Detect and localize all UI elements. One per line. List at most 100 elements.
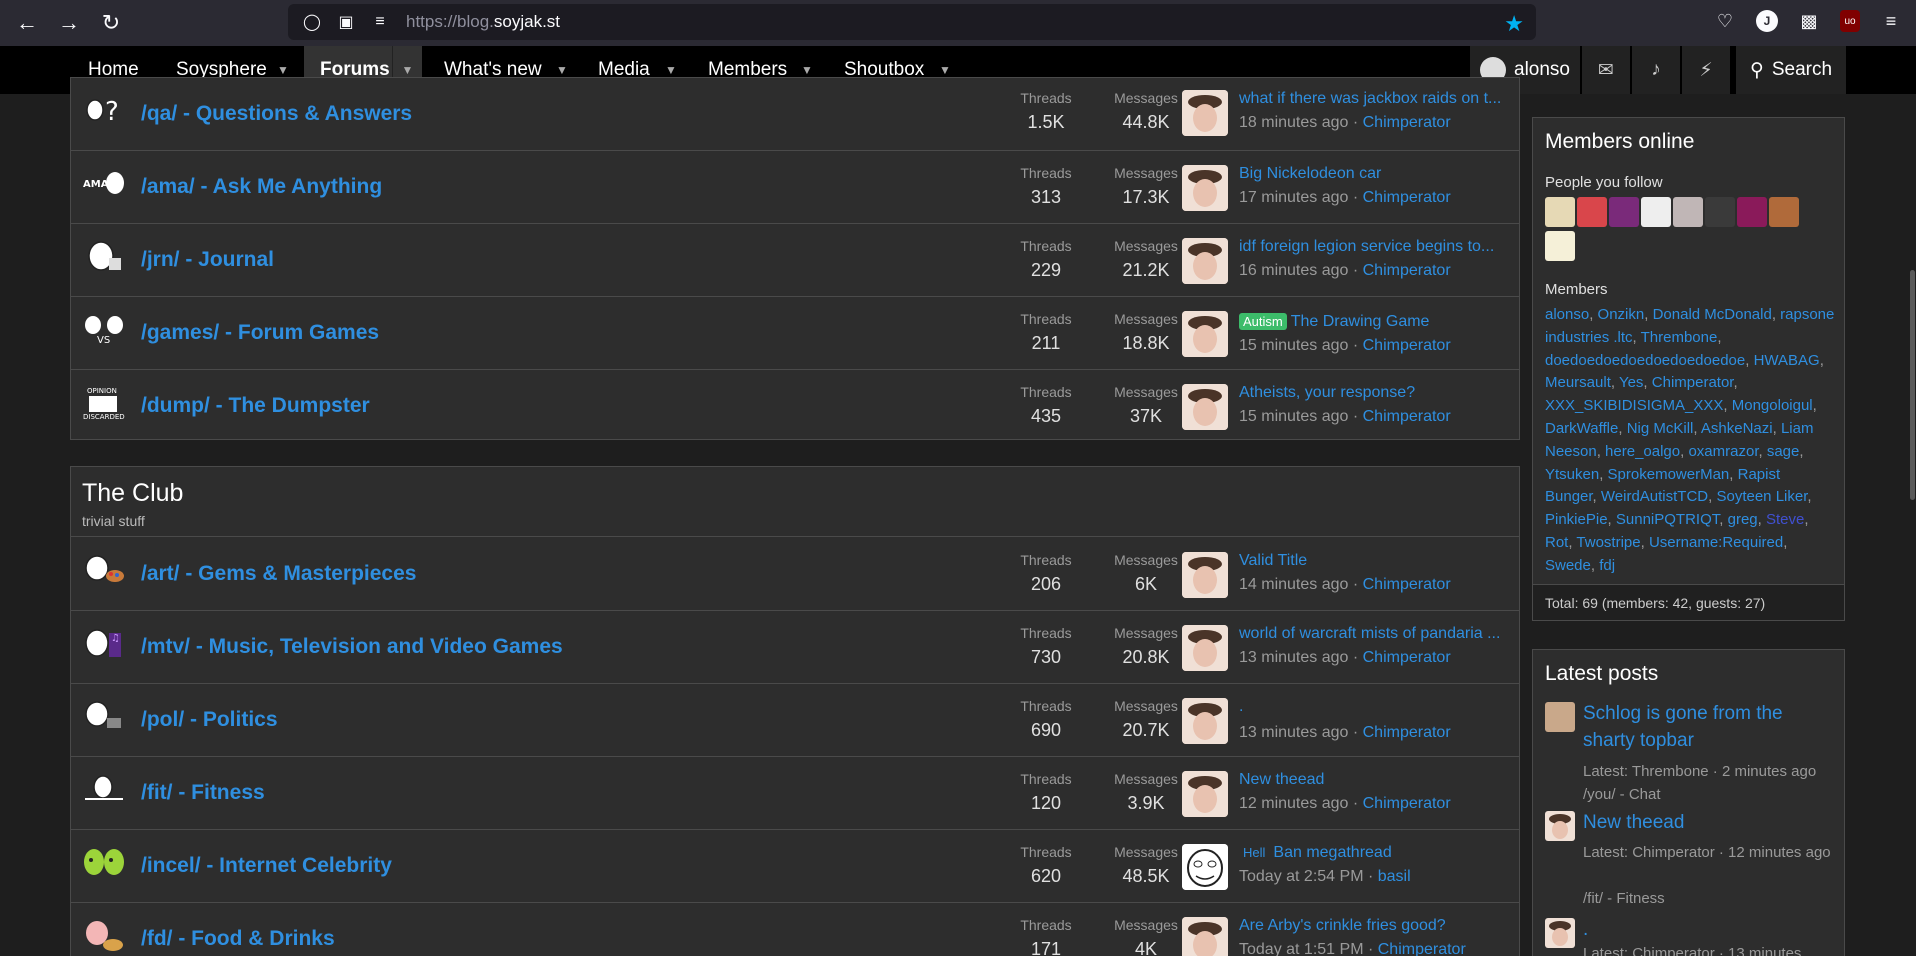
online-member-link[interactable]: XXX_SKIBIDISIGMA_XXX xyxy=(1545,397,1723,414)
last-thread-link[interactable]: . xyxy=(1239,698,1507,716)
online-member-link[interactable]: Ytsuken xyxy=(1545,466,1599,483)
online-member-link[interactable]: Thrembone xyxy=(1641,329,1718,346)
inbox-icon[interactable]: ✉ xyxy=(1582,46,1630,94)
forum-row[interactable]: /fit/ - Fitness Threads 120 Messages 3.9K … xyxy=(71,757,1519,830)
latest-post-avatar[interactable] xyxy=(1545,918,1575,948)
last-poster-link[interactable]: Chimperator xyxy=(1363,795,1451,812)
online-member-link[interactable]: doedoedoedoedoedoedoedoe xyxy=(1545,352,1745,369)
followed-member-avatar[interactable] xyxy=(1577,197,1607,227)
last-poster-link[interactable]: Chimperator xyxy=(1363,337,1451,354)
followed-member-avatar[interactable] xyxy=(1769,197,1799,227)
last-thread-title[interactable]: The Drawing Game xyxy=(1291,313,1430,330)
page-scrollbar[interactable] xyxy=(1910,270,1915,500)
forum-row[interactable]: VS /games/ - Forum Games Threads 211 Mess… xyxy=(71,297,1519,370)
followed-member-avatar[interactable] xyxy=(1673,197,1703,227)
extensions-icon[interactable]: ▩ xyxy=(1796,8,1822,34)
pocket-icon[interactable]: ♡ xyxy=(1712,8,1738,34)
forum-title[interactable]: /art/ - Gems & Masterpieces xyxy=(141,562,416,586)
forum-row[interactable]: OPINION DISCARDED /dump/ - The Dumpster T… xyxy=(71,370,1519,443)
last-thread-link[interactable]: Valid Title xyxy=(1239,552,1507,570)
online-member-link[interactable]: Yes xyxy=(1619,374,1643,391)
online-member-link[interactable]: WeirdAutistTCD xyxy=(1601,488,1708,505)
followed-member-avatar[interactable] xyxy=(1609,197,1639,227)
followed-member-avatar[interactable] xyxy=(1737,197,1767,227)
forum-row[interactable]: ♫ /mtv/ - Music, Television and Video Ga… xyxy=(71,611,1519,684)
last-thread-link[interactable]: Atheists, your response? xyxy=(1239,384,1507,402)
forum-title[interactable]: /incel/ - Internet Celebrity xyxy=(141,854,392,878)
forum-row[interactable]: /jrn/ - Journal Threads 229 Messages 21.2K… xyxy=(71,224,1519,297)
account-icon[interactable]: J xyxy=(1756,10,1778,32)
reload-icon[interactable]: ↻ xyxy=(96,8,126,38)
online-member-link[interactable]: Steve xyxy=(1766,511,1804,528)
last-thread-title[interactable]: Ban megathread xyxy=(1273,844,1391,861)
online-member-link[interactable]: PinkiePie xyxy=(1545,511,1608,528)
forum-row[interactable]: /pol/ - Politics Threads 690 Messages 20.7… xyxy=(71,684,1519,757)
latest-post-title[interactable]: . xyxy=(1583,916,1833,943)
last-thread-link[interactable]: New theead xyxy=(1239,771,1507,789)
online-member-link[interactable]: Swede xyxy=(1545,557,1591,574)
forum-row[interactable]: /fd/ - Food & Drinks Threads 171 Messages… xyxy=(71,903,1519,956)
thread-prefix-badge[interactable]: Autism xyxy=(1239,313,1287,330)
last-poster-avatar[interactable] xyxy=(1182,90,1228,136)
online-member-link[interactable]: DarkWaffle xyxy=(1545,420,1618,437)
last-poster-link[interactable]: basil xyxy=(1378,868,1411,885)
last-thread-link[interactable]: Big Nickelodeon car xyxy=(1239,165,1507,183)
last-poster-link[interactable]: Chimperator xyxy=(1363,649,1451,666)
last-thread-link[interactable]: what if there was jackbox raids on t... xyxy=(1239,90,1507,108)
forward-icon[interactable]: → xyxy=(54,8,84,38)
last-poster-link[interactable]: Chimperator xyxy=(1363,408,1451,425)
lightning-icon[interactable]: ⚡ xyxy=(1682,46,1730,94)
online-member-link[interactable]: alonso xyxy=(1545,306,1589,323)
online-member-link[interactable]: Soyteen Liker xyxy=(1716,488,1807,505)
last-thread-link[interactable]: Autism The Drawing Game xyxy=(1239,313,1507,331)
shield-icon[interactable]: ◯ xyxy=(302,12,322,32)
last-thread-link[interactable]: Hell Ban megathread xyxy=(1239,844,1507,862)
online-member-link[interactable]: Meursault xyxy=(1545,374,1611,391)
menu-icon[interactable]: ≡ xyxy=(1878,8,1904,34)
last-poster-link[interactable]: Chimperator xyxy=(1363,189,1451,206)
followed-member-avatar[interactable] xyxy=(1545,197,1575,227)
last-poster-avatar[interactable] xyxy=(1182,698,1228,744)
online-member-link[interactable]: SprokemowerMan xyxy=(1608,466,1730,483)
last-poster-link[interactable]: Chimperator xyxy=(1363,724,1451,741)
ublock-icon[interactable]: uo xyxy=(1840,10,1860,32)
latest-posts-title[interactable]: Latest posts xyxy=(1545,662,1658,686)
last-thread-link[interactable]: idf foreign legion service begins to... xyxy=(1239,238,1507,256)
last-poster-avatar[interactable] xyxy=(1182,771,1228,817)
last-thread-link[interactable]: world of warcraft mists of pandaria ... xyxy=(1239,625,1507,643)
online-member-link[interactable]: Onzikn xyxy=(1598,306,1645,323)
permissions-icon[interactable]: ≡ xyxy=(370,12,390,32)
latest-post-forum[interactable]: /fit/ - Fitness xyxy=(1583,887,1838,910)
online-member-link[interactable]: fdj xyxy=(1599,557,1615,574)
thread-prefix-badge[interactable]: Hell xyxy=(1239,844,1269,861)
last-poster-avatar[interactable] xyxy=(1182,238,1228,284)
forum-title[interactable]: /pol/ - Politics xyxy=(141,708,278,732)
online-member-link[interactable]: Nig McKill xyxy=(1627,420,1694,437)
last-thread-link[interactable]: Are Arby's crinkle fries good? xyxy=(1239,917,1507,935)
forum-row[interactable]: /incel/ - Internet Celebrity Threads 620 … xyxy=(71,830,1519,903)
forum-title[interactable]: /ama/ - Ask Me Anything xyxy=(141,175,382,199)
category-title[interactable]: The Club xyxy=(82,479,183,508)
last-poster-link[interactable]: Chimperator xyxy=(1363,262,1451,279)
forum-row[interactable]: AMA /ama/ - Ask Me Anything Threads 313 M… xyxy=(71,151,1519,224)
last-poster-link[interactable]: Chimperator xyxy=(1363,576,1451,593)
latest-post-avatar[interactable] xyxy=(1545,702,1575,732)
online-member-link[interactable]: Username:Required xyxy=(1649,534,1783,551)
followed-member-avatar[interactable] xyxy=(1641,197,1671,227)
forum-title[interactable]: /jrn/ - Journal xyxy=(141,248,274,272)
latest-post-forum[interactable]: /you/ - Chat xyxy=(1583,783,1838,806)
forum-title[interactable]: /mtv/ - Music, Television and Video Game… xyxy=(141,635,563,659)
last-poster-avatar[interactable] xyxy=(1182,625,1228,671)
forum-title[interactable]: /games/ - Forum Games xyxy=(141,321,379,345)
online-member-link[interactable]: Twostripe xyxy=(1576,534,1640,551)
forum-title[interactable]: /qa/ - Questions & Answers xyxy=(141,102,412,126)
forum-row[interactable]: ? /qa/ - Questions & Answers Threads 1.5K… xyxy=(71,78,1519,151)
forum-title[interactable]: /fd/ - Food & Drinks xyxy=(141,927,335,951)
online-member-link[interactable]: Rot xyxy=(1545,534,1568,551)
back-icon[interactable]: ← xyxy=(12,8,42,38)
latest-post-title[interactable]: Schlog is gone from the sharty topbar xyxy=(1583,700,1833,754)
online-member-link[interactable]: SunniPQTRIQT xyxy=(1616,511,1719,528)
last-poster-link[interactable]: Chimperator xyxy=(1378,941,1466,956)
members-online-title[interactable]: Members online xyxy=(1545,130,1694,154)
bookmark-star-icon[interactable]: ★ xyxy=(1504,11,1524,37)
